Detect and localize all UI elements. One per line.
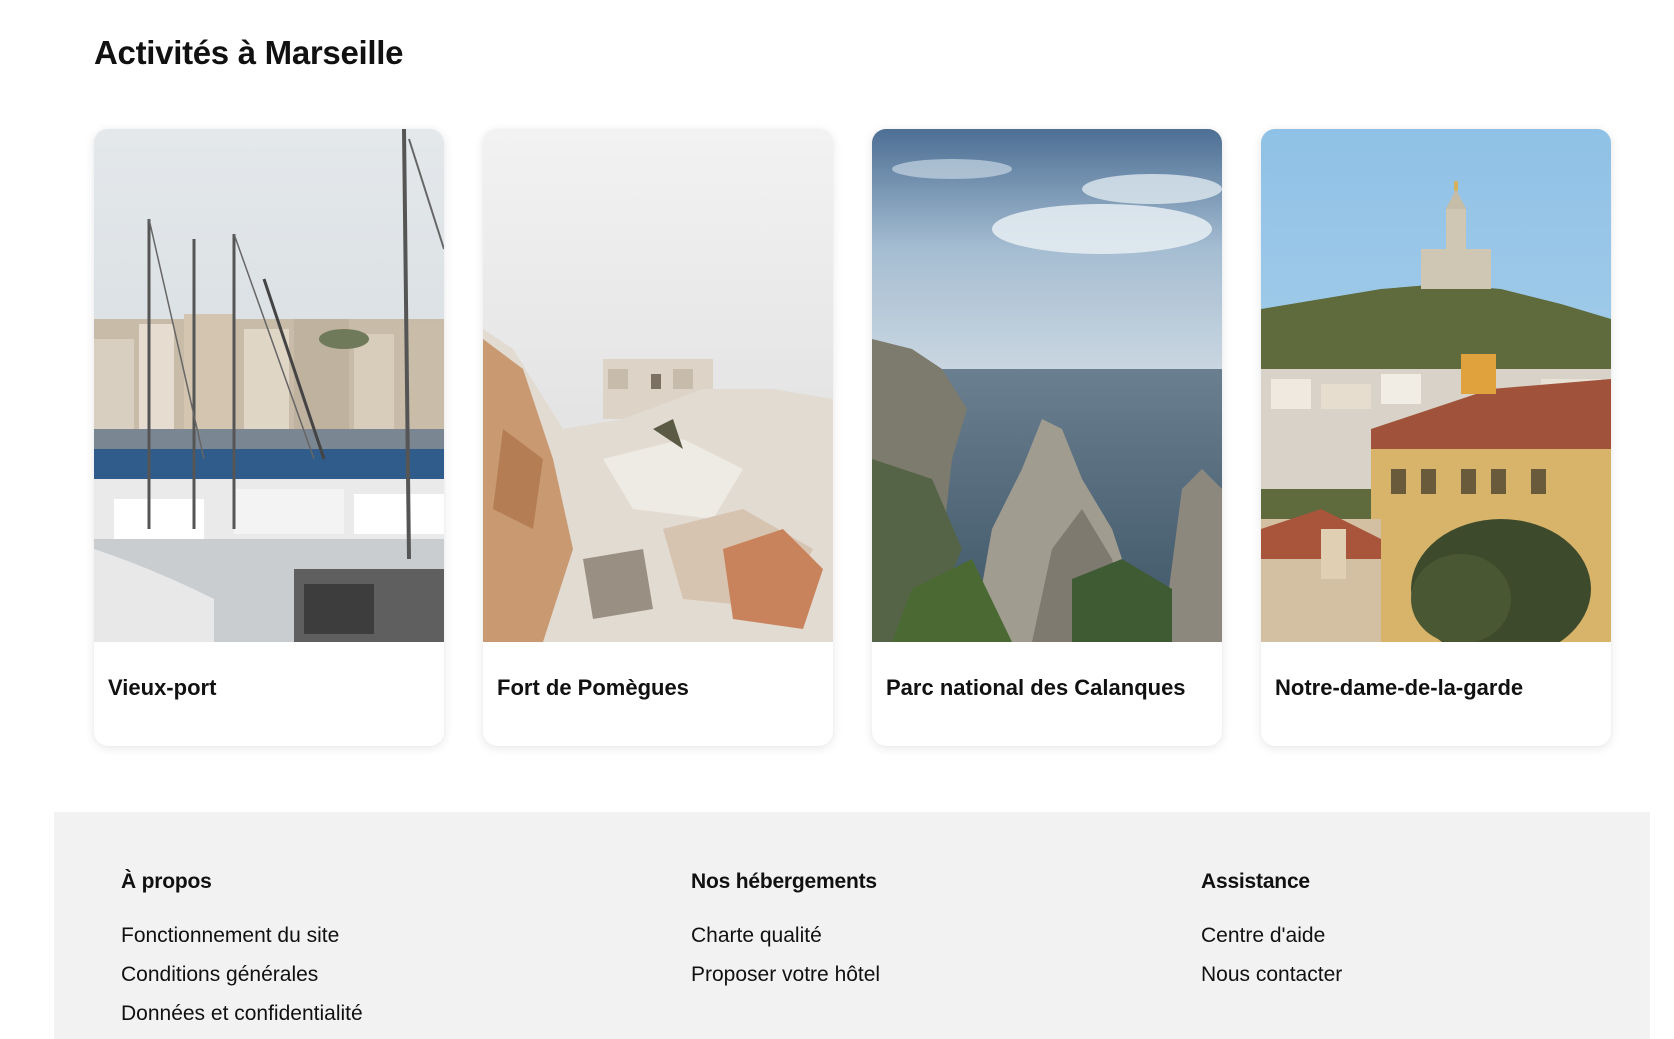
page: Activités à Marseille Vieux-port Fort de… bbox=[0, 0, 1674, 1039]
footer-link-centre-aide[interactable]: Centre d'aide bbox=[1201, 916, 1342, 955]
footer-link-contact[interactable]: Nous contacter bbox=[1201, 955, 1342, 994]
activity-card-vieux-port[interactable]: Vieux-port bbox=[94, 129, 444, 746]
calanques-image bbox=[872, 129, 1222, 642]
card-label: Parc national des Calanques bbox=[886, 675, 1186, 700]
activity-card-notre-dame[interactable]: Notre-dame-de-la-garde bbox=[1261, 129, 1611, 746]
activity-cards: Vieux-port Fort de Pomègues Parc nationa… bbox=[94, 129, 1611, 746]
vieux-port-image bbox=[94, 129, 444, 642]
footer-link-charte[interactable]: Charte qualité bbox=[691, 916, 880, 955]
site-footer: À propos Fonctionnement du site Conditio… bbox=[54, 812, 1650, 1039]
footer-link-fonctionnement[interactable]: Fonctionnement du site bbox=[121, 916, 363, 955]
fort-de-pomegues-image bbox=[483, 129, 833, 642]
footer-column-assistance: Assistance Centre d'aide Nous contacter bbox=[1201, 870, 1342, 994]
card-label: Vieux-port bbox=[108, 675, 217, 700]
footer-column-title: Assistance bbox=[1201, 870, 1310, 893]
footer-column-hebergements: Nos hébergements Charte qualité Proposer… bbox=[691, 870, 880, 994]
activity-card-calanques[interactable]: Parc national des Calanques bbox=[872, 129, 1222, 746]
activity-card-fort-de-pomegues[interactable]: Fort de Pomègues bbox=[483, 129, 833, 746]
card-label: Notre-dame-de-la-garde bbox=[1275, 675, 1524, 700]
notre-dame-image bbox=[1261, 129, 1611, 642]
footer-link-conditions[interactable]: Conditions générales bbox=[121, 955, 363, 994]
footer-link-donnees[interactable]: Données et confidentialité bbox=[121, 994, 363, 1033]
section-title: Activités à Marseille bbox=[94, 34, 404, 71]
footer-column-a-propos: À propos Fonctionnement du site Conditio… bbox=[121, 870, 363, 1033]
card-label: Fort de Pomègues bbox=[497, 675, 689, 700]
footer-link-proposer-hotel[interactable]: Proposer votre hôtel bbox=[691, 955, 880, 994]
footer-column-title: Nos hébergements bbox=[691, 870, 877, 893]
footer-column-title: À propos bbox=[121, 870, 212, 893]
